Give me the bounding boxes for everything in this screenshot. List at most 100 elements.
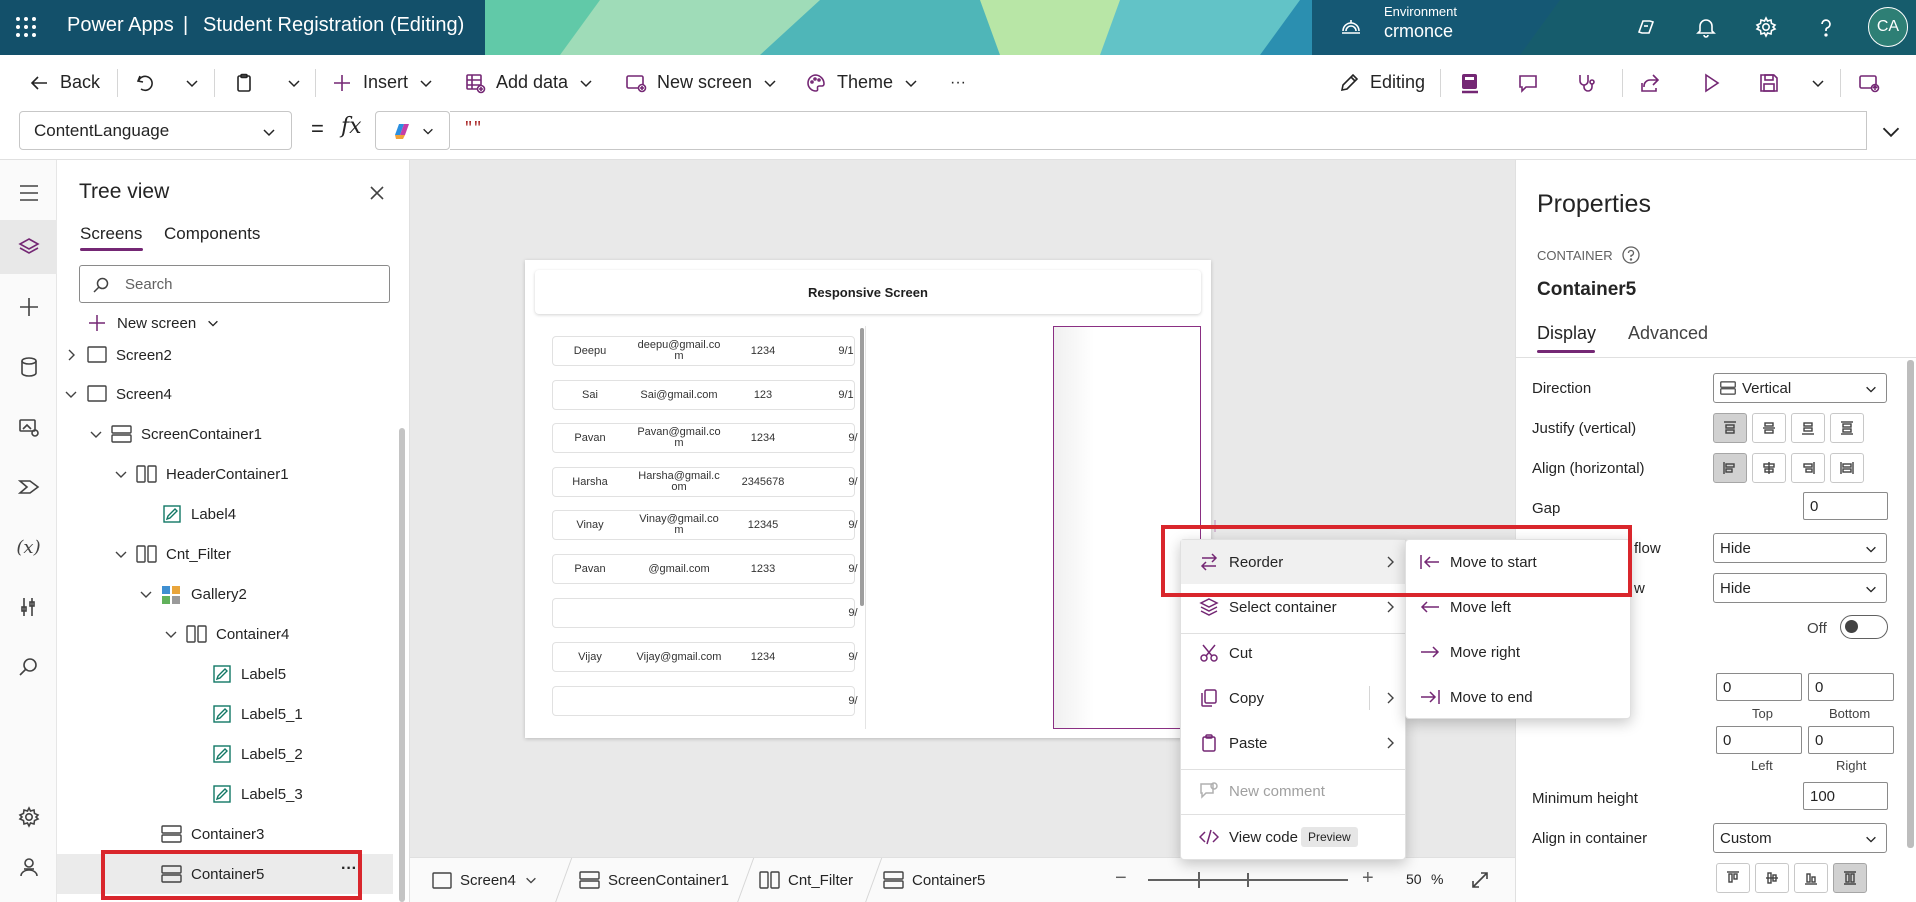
tree-item-container5[interactable]: Container5 ··· [57,854,393,894]
chevron-down-icon[interactable] [165,628,177,640]
tab-components[interactable]: Components [164,224,260,244]
breadcrumb-screencontainer1[interactable]: ScreenContainer1 [579,869,729,891]
submenu-item-move-to-start[interactable]: Move to start [1406,540,1630,584]
chevron-down-icon[interactable] [90,428,102,440]
align-center-button[interactable] [1752,453,1786,483]
tree-item-container3[interactable]: Container3 [57,814,397,854]
gallery-row[interactable]: Harsha Harsha@gmail.c om 2345678 9/ [552,467,858,497]
menu-item-view-code[interactable]: View code Preview [1181,815,1405,859]
save-button[interactable] [1758,55,1780,110]
share-button[interactable] [1639,55,1661,110]
breadcrumb-screen4[interactable]: Screen4 [432,869,538,891]
info-help-icon[interactable] [1621,245,1641,265]
app-checker-button[interactable] [1575,55,1597,110]
direction-dropdown[interactable]: Vertical [1713,373,1887,403]
align-stretch-button[interactable] [1830,453,1864,483]
breadcrumb-cnt-filter[interactable]: Cnt_Filter [759,869,853,891]
tree-item-screencontainer1[interactable]: ScreenContainer1 [57,414,397,454]
zoom-in-button[interactable]: + [1362,867,1374,890]
gallery-row[interactable]: Vinay Vinay@gmail.co m 12345 9/ [552,510,858,540]
toggle-switch[interactable] [1840,615,1888,639]
settings-gear-icon[interactable] [1752,13,1780,41]
app-screen-preview[interactable]: Responsive Screen Deepu deepu@gmail.co m1… [525,260,1221,738]
menu-item-paste[interactable]: Paste [1181,721,1405,765]
menu-item-select-container[interactable]: Select container [1181,585,1405,629]
tree-view-layers-icon[interactable] [0,220,57,274]
virtual-agent-icon[interactable] [0,840,57,894]
tree-item-label4[interactable]: Label4 [57,494,397,534]
menu-item-copy[interactable]: Copy [1181,676,1405,720]
gallery-row[interactable]: Deepu deepu@gmail.co m 1234 9/1 [552,336,855,366]
gap-input[interactable]: 0 [1803,492,1888,520]
media-icon[interactable] [0,400,57,454]
self-align-start-button[interactable] [1716,863,1750,893]
insert-plus-icon[interactable] [0,280,57,334]
undo-dropdown[interactable] [184,55,200,110]
justify-top-button[interactable] [1713,413,1747,443]
menu-hamburger-icon[interactable] [0,166,57,220]
vertical-overflow-dropdown[interactable]: Hide [1713,573,1887,603]
preview-play-button[interactable] [1700,55,1722,110]
tree-scrollbar-thumb[interactable] [399,428,405,902]
variables-icon[interactable]: (𝑥) [0,520,57,574]
editing-mode-button[interactable]: Editing [1338,55,1425,110]
tree-item-container4[interactable]: Container4 [57,614,397,654]
tree-view-toggle-button[interactable] [1458,55,1482,110]
gallery-row[interactable]: 9/ [552,598,858,628]
submenu-item-move-left[interactable]: Move left [1406,585,1630,629]
search-icon[interactable] [0,640,57,694]
tree-item-label5-1[interactable]: Label5_1 [57,694,397,734]
gallery-preview[interactable]: Deepu deepu@gmail.co m 1234 9/1 Sai Sai@gmai… [535,326,865,729]
undo-button[interactable] [134,55,156,110]
chevron-down-icon[interactable] [65,388,77,400]
tree-item-label5[interactable]: Label5 [57,654,397,694]
align-left-button[interactable] [1713,453,1747,483]
align-right-button[interactable] [1791,453,1825,483]
insert-plus-handle-icon[interactable] [1209,520,1221,532]
justify-bottom-button[interactable] [1791,413,1825,443]
gallery-row[interactable]: Pavan Pavan@gmail.co m 1234 9/ [552,423,858,453]
tree-item-screen2[interactable]: Screen2 [57,335,397,375]
container3-preview[interactable] [865,326,1053,729]
tab-advanced[interactable]: Advanced [1628,323,1708,344]
tree-item-label5-3[interactable]: Label5_3 [57,774,397,814]
control-name[interactable]: Container5 [1537,279,1636,301]
tree-item-headercontainer1[interactable]: HeaderContainer1 [57,454,397,494]
data-cylinder-icon[interactable] [0,340,57,394]
horizontal-overflow-dropdown[interactable]: Hide [1713,533,1887,563]
power-automate-icon[interactable] [0,460,57,514]
publish-button[interactable] [1858,55,1880,110]
add-data-button[interactable]: Add data [464,55,594,110]
menu-item-reorder[interactable]: Reorder [1181,540,1405,584]
tree-new-screen-button[interactable]: New screen [87,308,220,338]
chevron-down-icon[interactable] [140,588,152,600]
justify-space-button[interactable] [1830,413,1864,443]
self-align-stretch-button[interactable] [1833,863,1867,893]
paste-dropdown[interactable] [286,55,302,110]
settings-gear-icon[interactable] [0,790,57,844]
tab-display[interactable]: Display [1537,323,1596,344]
comments-button[interactable] [1517,55,1539,110]
justify-center-button[interactable] [1752,413,1786,443]
help-icon[interactable] [1812,13,1840,41]
menu-item-cut[interactable]: Cut [1181,631,1405,675]
self-align-end-button[interactable] [1794,863,1828,893]
tree-item-screen4[interactable]: Screen4 [57,374,397,414]
close-icon[interactable] [368,184,386,202]
padding-right-input[interactable]: 0 [1808,726,1894,754]
submenu-item-move-right[interactable]: Move right [1406,630,1630,674]
chevron-down-icon[interactable] [115,548,127,560]
submenu-item-move-to-end[interactable]: Move to end [1406,675,1630,719]
container5-preview-selected[interactable] [1053,326,1201,729]
gallery-scrollbar[interactable] [860,328,864,606]
app-launcher-icon[interactable] [12,13,40,41]
environment-icon[interactable] [1337,13,1365,41]
min-height-input[interactable]: 100 [1803,782,1888,810]
gallery-row[interactable]: Sai Sai@gmail.com 123 9/1 [552,380,855,410]
back-button[interactable]: Back [28,55,100,110]
self-align-center-button[interactable] [1755,863,1789,893]
environment-name[interactable]: crmonce [1384,21,1453,42]
chevron-right-icon[interactable] [65,349,77,361]
zoom-out-button[interactable]: − [1115,867,1127,890]
property-selector[interactable]: ContentLanguage [19,111,292,150]
